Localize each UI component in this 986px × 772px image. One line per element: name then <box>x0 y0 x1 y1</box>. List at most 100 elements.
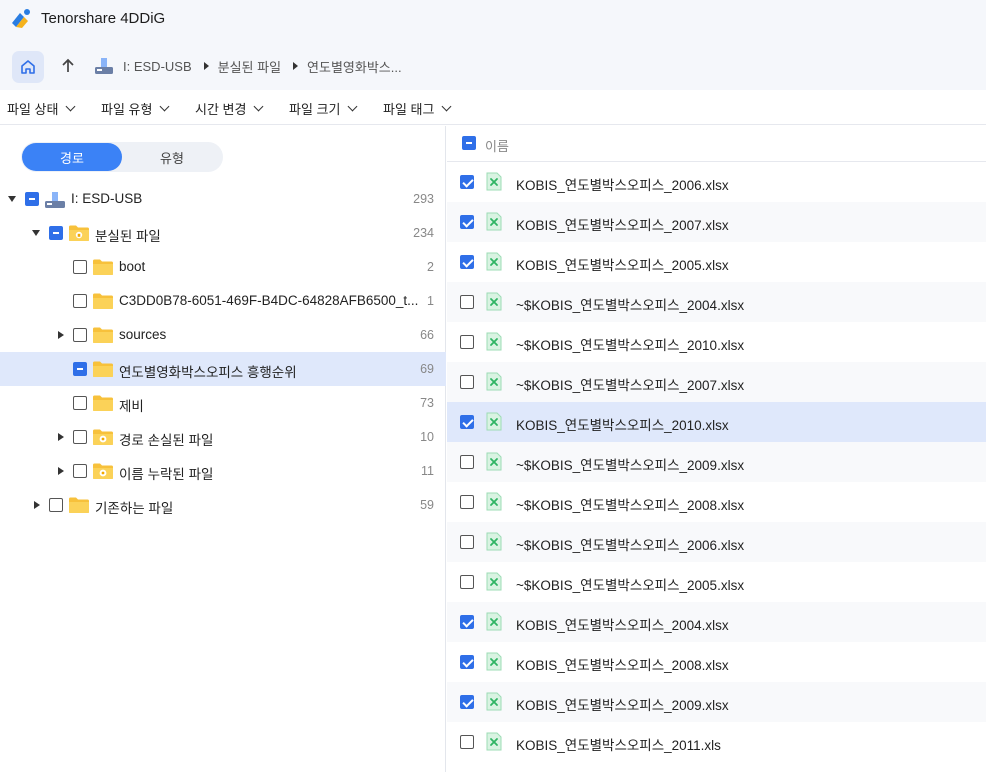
tree-checkbox[interactable] <box>73 362 87 376</box>
folder-icon <box>92 360 113 377</box>
excel-file-icon <box>486 572 502 591</box>
caret-down-icon[interactable] <box>8 196 16 202</box>
file-checkbox[interactable] <box>460 575 474 589</box>
file-checkbox[interactable] <box>460 735 474 749</box>
special-folder-icon <box>92 428 113 445</box>
excel-file-icon <box>486 692 502 711</box>
file-checkbox[interactable] <box>460 375 474 389</box>
file-checkbox[interactable] <box>460 455 474 469</box>
tree-item-label: sources <box>119 327 167 342</box>
file-row[interactable]: ~$KOBIS_연도별박스오피스_2005.xlsx <box>447 562 986 602</box>
select-all-checkbox[interactable] <box>462 136 476 150</box>
file-row[interactable]: KOBIS_연도별박스오피스_2007.xlsx <box>447 202 986 242</box>
tree-item[interactable]: C3DD0B78-6051-469F-B4DC-64828AFB6500_t..… <box>0 284 446 318</box>
file-row[interactable]: ~$KOBIS_연도별박스오피스_2007.xlsx <box>447 362 986 402</box>
tree-item[interactable]: 제비 73 <box>0 386 446 420</box>
file-checkbox[interactable] <box>460 335 474 349</box>
tree-item-label: boot <box>119 259 146 274</box>
tab-type[interactable]: 유형 <box>122 143 222 171</box>
file-name: KOBIS_연도별박스오피스_2005.xlsx <box>516 258 729 273</box>
file-checkbox[interactable] <box>460 495 474 509</box>
app-logo-icon <box>12 9 30 28</box>
file-row[interactable]: KOBIS_연도별박스오피스_2005.xlsx <box>447 242 986 282</box>
excel-file-icon <box>486 412 502 431</box>
filter-bar: 파일 상태 파일 유형 시간 변경 파일 크기 파일 태그 <box>0 90 986 125</box>
breadcrumb-item[interactable]: I: ESD-USB <box>123 59 192 74</box>
folder-icon <box>92 326 113 343</box>
tree-checkbox[interactable] <box>49 226 63 240</box>
file-row[interactable]: KOBIS_연도별박스오피스_2004.xlsx <box>447 602 986 642</box>
file-row[interactable]: ~$KOBIS_연도별박스오피스_2009.xlsx <box>447 442 986 482</box>
caret-down-icon[interactable] <box>32 230 40 236</box>
caret-right-icon[interactable] <box>58 331 64 339</box>
file-row[interactable]: ~$KOBIS_연도별박스오피스_2004.xlsx <box>447 282 986 322</box>
caret-right-icon[interactable] <box>58 467 64 475</box>
excel-file-icon <box>486 372 502 391</box>
chevron-down-icon <box>348 101 358 112</box>
tree-checkbox[interactable] <box>73 396 87 410</box>
tab-path[interactable]: 경로 <box>22 143 122 171</box>
chevron-down-icon <box>254 101 264 112</box>
file-row[interactable]: KOBIS_연도별박스오피스_2008.xlsx <box>447 642 986 682</box>
file-checkbox[interactable] <box>460 535 474 549</box>
tree-item[interactable]: I: ESD-USB 293 <box>0 182 446 216</box>
caret-right-icon[interactable] <box>34 501 40 509</box>
tree-checkbox[interactable] <box>73 294 87 308</box>
file-name: ~$KOBIS_연도별박스오피스_2010.xlsx <box>516 338 745 353</box>
home-button[interactable] <box>12 51 44 83</box>
file-row[interactable]: KOBIS_연도별박스오피스_2006.xlsx <box>447 162 986 202</box>
filter-time-modified[interactable]: 시간 변경 <box>195 99 264 118</box>
tree-item-count: 11 <box>421 464 434 478</box>
file-name: KOBIS_연도별박스오피스_2006.xlsx <box>516 178 729 193</box>
tree-item[interactable]: 이름 누락된 파일 11 <box>0 454 446 488</box>
file-name: ~$KOBIS_연도별박스오피스_2005.xlsx <box>516 578 745 593</box>
tree-item[interactable]: sources 66 <box>0 318 446 352</box>
file-row[interactable]: KOBIS_연도별박스오피스_2009.xlsx <box>447 682 986 722</box>
file-name: ~$KOBIS_연도별박스오피스_2009.xlsx <box>516 458 745 473</box>
excel-file-icon <box>486 532 502 551</box>
file-checkbox[interactable] <box>460 615 474 629</box>
view-toggle: 경로 유형 <box>21 142 223 172</box>
file-checkbox[interactable] <box>460 255 474 269</box>
tree-checkbox[interactable] <box>25 192 39 206</box>
file-row[interactable]: KOBIS_연도별박스오피스_2011.xls <box>447 722 986 762</box>
file-list-panel: 이름 KOBIS_연도별박스오피스_2006.xlsx KOBIS_연도별박스오피… <box>447 126 986 772</box>
tree-checkbox[interactable] <box>73 430 87 444</box>
breadcrumb-item[interactable]: 연도별영화박스... <box>307 57 402 76</box>
file-checkbox[interactable] <box>460 215 474 229</box>
tree-checkbox[interactable] <box>73 260 87 274</box>
chevron-down-icon <box>66 101 76 112</box>
tree-checkbox[interactable] <box>49 498 63 512</box>
file-checkbox[interactable] <box>460 655 474 669</box>
tree-item[interactable]: 연도별영화박스오피스 흥행순위 69 <box>0 352 446 386</box>
caret-right-icon[interactable] <box>58 433 64 441</box>
filter-file-status[interactable]: 파일 상태 <box>7 99 76 118</box>
tree-checkbox[interactable] <box>73 328 87 342</box>
file-row[interactable]: ~$KOBIS_연도별박스오피스_2010.xlsx <box>447 322 986 362</box>
filter-label: 파일 유형 <box>101 102 153 117</box>
filter-file-size[interactable]: 파일 크기 <box>289 99 358 118</box>
file-row[interactable]: KOBIS_연도별박스오피스_2010.xlsx <box>447 402 986 442</box>
tree-item-count: 10 <box>420 430 434 444</box>
tree-checkbox[interactable] <box>73 464 87 478</box>
file-row[interactable]: ~$KOBIS_연도별박스오피스_2006.xlsx <box>447 522 986 562</box>
file-row[interactable]: ~$KOBIS_연도별박스오피스_2008.xlsx <box>447 482 986 522</box>
file-list-header: 이름 <box>447 126 986 162</box>
tree-item[interactable]: 기존하는 파일 59 <box>0 488 446 522</box>
file-checkbox[interactable] <box>460 695 474 709</box>
excel-file-icon <box>486 652 502 671</box>
tree-item[interactable]: boot 2 <box>0 250 446 284</box>
file-checkbox[interactable] <box>460 175 474 189</box>
file-checkbox[interactable] <box>460 295 474 309</box>
filter-file-tag[interactable]: 파일 태그 <box>383 99 452 118</box>
tree-item-label: 제비 <box>119 399 144 414</box>
filter-file-type[interactable]: 파일 유형 <box>101 99 170 118</box>
file-name: KOBIS_연도별박스오피스_2009.xlsx <box>516 698 729 713</box>
up-button[interactable] <box>56 54 80 78</box>
tree-item[interactable]: 경로 손실된 파일 10 <box>0 420 446 454</box>
breadcrumb-item[interactable]: 분실된 파일 <box>218 57 281 76</box>
tree-item[interactable]: 분실된 파일 234 <box>0 216 446 250</box>
breadcrumb-separator-icon <box>203 62 209 70</box>
file-checkbox[interactable] <box>460 415 474 429</box>
name-column-header[interactable]: 이름 <box>485 136 509 155</box>
